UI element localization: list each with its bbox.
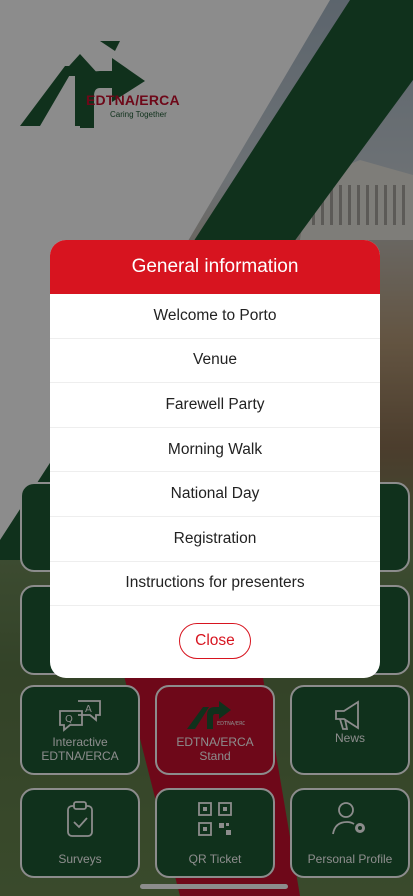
- dialog-title: General information: [131, 256, 299, 277]
- close-button[interactable]: Close: [179, 623, 251, 660]
- menu-item-instructions[interactable]: Instructions for presenters: [50, 562, 380, 607]
- menu-item-venue[interactable]: Venue: [50, 339, 380, 384]
- dialog-header: General information: [50, 240, 380, 294]
- menu-item-registration[interactable]: Registration: [50, 517, 380, 562]
- menu-item-morning-walk[interactable]: Morning Walk: [50, 428, 380, 473]
- menu-item-farewell-party[interactable]: Farewell Party: [50, 383, 380, 428]
- menu-item-welcome[interactable]: Welcome to Porto: [50, 294, 380, 339]
- menu-item-national-day[interactable]: National Day: [50, 472, 380, 517]
- general-information-dialog: General information Welcome to Porto Ven…: [50, 240, 380, 678]
- dialog-footer: Close: [50, 606, 380, 676]
